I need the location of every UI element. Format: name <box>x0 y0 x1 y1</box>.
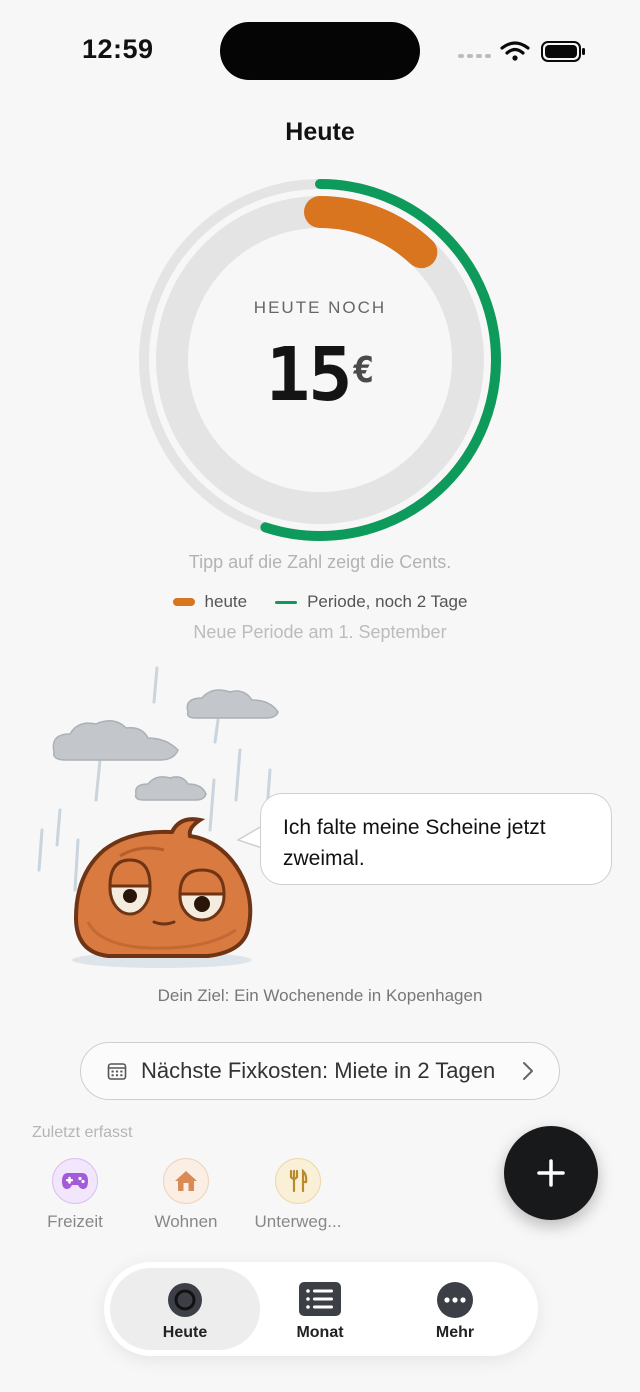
dynamic-island <box>220 22 420 80</box>
amount-currency: € <box>352 350 375 391</box>
mascot-speech-bubble: Ich falte meine Scheine jetzt zweimal. <box>260 793 612 885</box>
tab-monat[interactable]: Monat <box>252 1262 388 1356</box>
period-note: Neue Periode am 1. September <box>193 622 447 642</box>
next-fixcost-label: Nächste Fixkosten: Miete in 2 Tagen <box>141 1058 496 1083</box>
legend-period-swatch <box>275 600 298 604</box>
fork-knife-icon <box>289 1169 308 1193</box>
circle-icon <box>168 1283 202 1317</box>
wifi-icon <box>500 41 530 55</box>
calendar-icon <box>107 1063 127 1080</box>
house-icon <box>175 1171 197 1191</box>
ring-legend: heute Periode, noch 2 Tage <box>0 592 640 612</box>
recent-category-freizeit[interactable]: Freizeit <box>25 1158 125 1232</box>
add-expense-button[interactable] <box>504 1126 598 1220</box>
tab-label: Heute <box>162 1324 208 1341</box>
cloud-icon <box>52 689 279 801</box>
category-icon-wrap <box>163 1158 209 1204</box>
status-time: 12:59 <box>82 34 154 64</box>
next-fixcost-button[interactable]: Nächste Fixkosten: Miete in 2 Tagen <box>80 1042 560 1100</box>
tab-label: Monat <box>296 1324 344 1341</box>
category-icon-wrap <box>52 1158 98 1204</box>
page-title: Heute <box>285 118 355 146</box>
category-label: Wohnen <box>154 1212 218 1231</box>
recent-section-title: Zuletzt erfasst <box>32 1124 133 1141</box>
category-label: Freizeit <box>47 1212 103 1231</box>
legend-period-label: Periode, noch 2 Tage <box>307 592 468 611</box>
tab-heute[interactable]: Heute <box>110 1262 260 1356</box>
gamepad-icon <box>62 1173 88 1189</box>
recent-category-unterwegs[interactable]: Unterweg... <box>248 1158 348 1232</box>
money-bag-mascot <box>73 817 253 958</box>
remaining-amount[interactable]: 15€ <box>0 332 640 418</box>
more-icon <box>437 1282 473 1318</box>
cents-hint: Tipp auf die Zahl zeigt die Cents. <box>188 552 452 572</box>
savings-goal: Dein Ziel: Ein Wochenende in Kopenhagen <box>157 986 483 1005</box>
tab-mehr[interactable]: Mehr <box>390 1262 520 1356</box>
bottom-tab-bar: Heute Monat Mehr <box>104 1262 538 1356</box>
category-icon-wrap <box>275 1158 321 1204</box>
tab-label: Mehr <box>435 1324 475 1341</box>
remaining-label: HEUTE NOCH <box>253 298 387 317</box>
legend-today-label: heute <box>204 592 248 611</box>
legend-today-swatch <box>172 598 195 606</box>
plus-icon <box>537 1159 565 1187</box>
amount-value[interactable]: 15 <box>266 332 353 418</box>
list-icon <box>299 1282 341 1316</box>
wifi-dot <box>512 55 518 61</box>
battery-icon <box>541 41 585 62</box>
status-icons <box>458 41 585 62</box>
recent-category-wohnen[interactable]: Wohnen <box>136 1158 236 1232</box>
chevron-right-icon <box>523 1062 533 1080</box>
category-label: Unterweg... <box>254 1212 342 1231</box>
signal-icon <box>458 54 491 58</box>
